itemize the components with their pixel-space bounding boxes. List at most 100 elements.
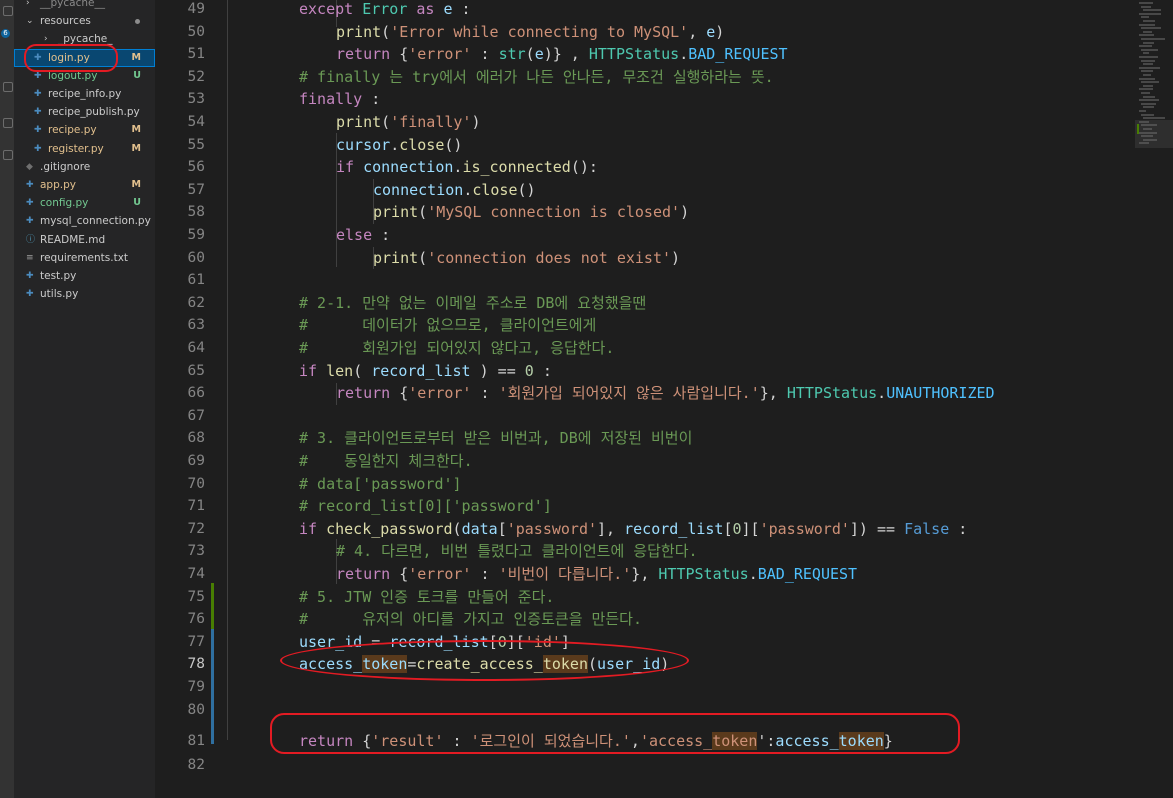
minimap-line	[1139, 12, 1161, 15]
text-file-icon: ≡	[26, 252, 34, 263]
code-line[interactable]: 62 # 2-1. 만약 없는 이메일 주소로 DB에 요청했을땐	[155, 292, 1135, 315]
code-token: .	[679, 45, 689, 64]
code-token: close	[472, 180, 518, 199]
run-debug-icon[interactable]	[3, 82, 13, 92]
code-line[interactable]: 66 return {'error' : '회원가입 되어있지 않은 사람입니다.…	[155, 382, 1135, 405]
line-number: 72	[187, 520, 205, 537]
code-line[interactable]: 76 # 유저의 아디를 가지고 인증토큰을 만든다.	[155, 608, 1135, 631]
line-number: 79	[187, 679, 205, 695]
explorer-item[interactable]: ✚ register.py M	[14, 140, 155, 158]
code-text: return {'error' : str(e)} , HTTPStatus.B…	[336, 43, 788, 66]
code-token: :	[372, 226, 391, 244]
minimap-line	[1141, 48, 1158, 51]
code-token: .	[390, 135, 400, 154]
minimap[interactable]	[1135, 0, 1173, 150]
minimap-line	[1143, 63, 1153, 66]
line-number: 57	[187, 181, 205, 198]
code-line[interactable]: 52 # finally 는 try에서 에러가 나든 안나든, 무조건 실행하라…	[155, 66, 1135, 89]
remote-explorer-icon[interactable]	[3, 150, 13, 160]
code-line[interactable]: 63 # 데이터가 없으므로, 클라이언트에게	[155, 314, 1135, 337]
line-number: 70	[187, 475, 205, 492]
code-line[interactable]: 53 finally :	[155, 88, 1135, 111]
explorer-item[interactable]: ≡ requirements.txt	[14, 249, 155, 267]
line-number: 81	[187, 733, 205, 750]
explorer-item[interactable]: ✚ recipe.py M	[14, 121, 155, 139]
line-number: 82	[187, 756, 205, 773]
line-number: 75	[187, 588, 205, 605]
code-line[interactable]: 64 # 회원가입 되어있지 않다고, 응답한다.	[155, 337, 1135, 360]
explorer-item[interactable]: ✚ recipe_publish.py	[14, 103, 155, 121]
code-token: HTTPStatus	[588, 45, 680, 64]
code-token: ) ==	[470, 361, 525, 380]
code-token: data	[461, 519, 498, 538]
line-number: 50	[187, 23, 205, 40]
explorer-item[interactable]: ✚ config.py U	[14, 194, 155, 212]
code-text: # 3. 클라이언트로부터 받은 비번과, DB에 저장된 비번이	[299, 427, 692, 450]
code-token: 'finally'	[390, 113, 472, 131]
git-modified-badge: M	[131, 179, 141, 190]
python-file-icon: ✚	[34, 125, 42, 136]
code-token: .	[463, 180, 473, 199]
line-number: 58	[187, 204, 205, 221]
explorer-item[interactable]: ◆ .gitignore	[14, 158, 155, 176]
code-token: close	[399, 135, 445, 154]
source-control-badge: 6	[1, 29, 10, 38]
code-token: len	[326, 361, 354, 380]
explorer-item[interactable]: ✚ mysql_connection.py	[14, 212, 155, 230]
code-line[interactable]: 70 # data['password']	[155, 473, 1135, 496]
code-line[interactable]: 58 print('MySQL connection is closed')	[155, 201, 1135, 224]
code-line[interactable]: 74 return {'error' : '비번이 다릅니다.'}, HTTPSt…	[155, 563, 1135, 586]
code-token: if	[299, 361, 318, 380]
line-number: 80	[187, 701, 205, 718]
minimap-line	[1139, 34, 1154, 37]
explorer-item[interactable]: ✚ app.py M	[14, 176, 155, 194]
code-line[interactable]: 61	[155, 269, 1135, 292]
code-line[interactable]: 51 return {'error' : str(e)} , HTTPStatus…	[155, 43, 1135, 66]
explorer-item[interactable]: ⓘ README.md	[14, 231, 155, 249]
code-line[interactable]: 50 print('Error while connecting to MySQL…	[155, 21, 1135, 44]
code-token: check_password	[326, 519, 453, 538]
code-token: (	[381, 22, 391, 41]
line-number: 69	[187, 453, 205, 469]
code-editor[interactable]: 49 except Error as e :50 print('Error whil…	[155, 0, 1173, 798]
explorer-item[interactable]: ✚ utils.py	[14, 285, 155, 303]
code-line[interactable]: 49 except Error as e :	[155, 0, 1135, 21]
code-line[interactable]: 57 connection.close()	[155, 179, 1135, 202]
explorer-icon[interactable]	[3, 6, 13, 16]
code-token: :	[471, 565, 499, 583]
line-number: 68	[187, 430, 205, 447]
code-line[interactable]: 71 # record_list[0]['password']	[155, 495, 1135, 518]
info-file-icon: ⓘ	[26, 234, 36, 245]
code-line[interactable]: 79	[155, 676, 1135, 699]
code-text: if connection.is_connected():	[336, 156, 598, 179]
explorer-item[interactable]: ✚ test.py	[14, 267, 155, 285]
code-line[interactable]: 73 # 4. 다르면, 비번 틀렸다고 클라이언트에 응답한다.	[155, 540, 1135, 563]
explorer-item[interactable]: ⌄ resources	[14, 12, 155, 30]
code-text: print('connection does not exist')	[373, 247, 680, 270]
code-line[interactable]: 56 if connection.is_connected():	[155, 156, 1135, 179]
explorer-item-label: test.py	[40, 270, 77, 282]
code-line[interactable]: 68 # 3. 클라이언트로부터 받은 비번과, DB에 저장된 비번이	[155, 427, 1135, 450]
code-line[interactable]: 82	[155, 754, 1135, 777]
code-line[interactable]: 65 if len( record_list ) == 0 :	[155, 360, 1135, 383]
minimap-line	[1141, 113, 1154, 116]
code-token: # 2-1. 만약 없는 이메일 주소로 DB에 요청했을땐	[299, 293, 647, 312]
explorer-item[interactable]: › __pycache__	[14, 0, 155, 12]
code-line[interactable]: 55 cursor.close()	[155, 134, 1135, 157]
code-line[interactable]: 59 else :	[155, 224, 1135, 247]
code-line[interactable]: 75 # 5. JTW 인증 토크를 만들어 준다.	[155, 586, 1135, 609]
code-line[interactable]: 67	[155, 405, 1135, 428]
code-line[interactable]: 69 # 동일한지 체크한다.	[155, 450, 1135, 473]
explorer-item[interactable]: ✚ recipe_info.py	[14, 85, 155, 103]
code-text: print('finally')	[336, 111, 481, 134]
code-text: print('MySQL connection is closed')	[373, 201, 689, 224]
code-line[interactable]: 72 if check_password(data['password'], re…	[155, 518, 1135, 541]
code-token: {	[390, 45, 409, 64]
minimap-line	[1141, 16, 1149, 19]
extensions-icon[interactable]	[3, 118, 13, 128]
minimap-line	[1141, 92, 1150, 94]
code-line[interactable]: 60 print('connection does not exist')	[155, 247, 1135, 270]
code-line[interactable]: 54 print('finally')	[155, 111, 1135, 134]
python-file-icon: ✚	[26, 271, 34, 281]
line-number: 61	[187, 272, 205, 289]
